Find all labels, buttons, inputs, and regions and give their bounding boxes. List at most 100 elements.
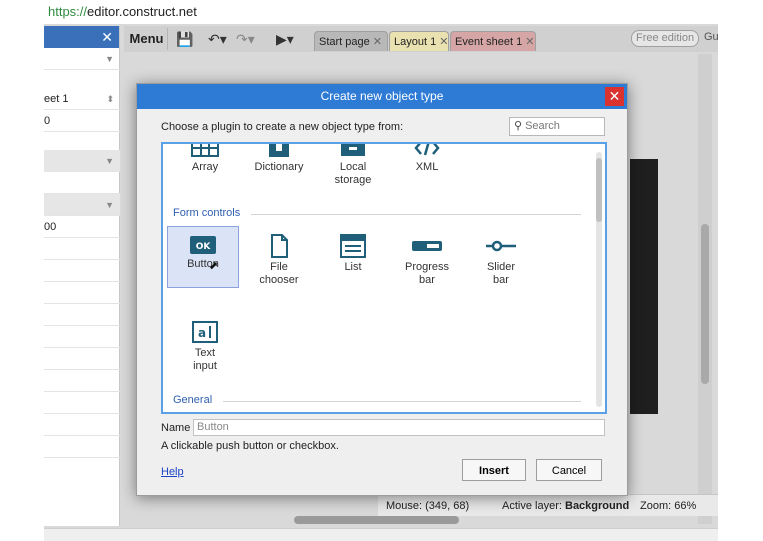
list-icon <box>340 234 366 258</box>
vertical-scrollbar[interactable] <box>698 54 712 524</box>
plugin-button[interactable]: OK Button ⬈ <box>167 226 239 288</box>
name-label: Name <box>161 422 191 434</box>
svg-text:a: a <box>198 326 206 340</box>
browser-url-bar[interactable]: https://editor.construct.net <box>0 0 763 24</box>
plugin-list-item[interactable]: List <box>317 234 389 296</box>
plugin-description: A clickable push button or checkbox. <box>161 440 339 452</box>
xml-icon <box>414 144 440 156</box>
section-divider <box>223 401 581 402</box>
plugin-dictionary[interactable]: Dictionary <box>243 144 315 200</box>
property-row[interactable] <box>44 436 120 458</box>
property-row[interactable] <box>44 392 120 414</box>
dictionary-icon <box>269 144 289 157</box>
play-icon[interactable]: ▶▾ <box>276 29 294 49</box>
cancel-button[interactable]: Cancel <box>536 459 602 481</box>
help-link[interactable]: Help <box>161 466 184 478</box>
property-group-row[interactable]: ▼ <box>44 150 120 172</box>
property-row[interactable]: ▼ <box>44 48 120 70</box>
property-row[interactable] <box>44 370 120 392</box>
horizontal-scrollbar[interactable] <box>294 516 459 524</box>
undo-icon[interactable]: ↶▾ <box>208 29 227 49</box>
plugin-local-storage[interactable]: Local storage <box>317 144 389 200</box>
plugin-label: Text input <box>193 347 217 372</box>
property-group-row[interactable]: ▼ <box>44 194 120 216</box>
plugin-label: List <box>344 261 362 273</box>
main-toolbar: Menu 💾 ↶▾ ↷▾ ▶▾ Start page ✕ Layout 1 ✕ Ev… <box>124 26 718 52</box>
name-input[interactable]: Button <box>193 419 605 436</box>
chevron-down-icon[interactable]: ▼ <box>105 48 114 70</box>
search-placeholder: Search <box>525 120 560 132</box>
stepper-icon[interactable]: ⬍ <box>106 88 114 110</box>
active-layer-value: Background <box>565 500 630 512</box>
scrollbar-thumb[interactable] <box>596 158 602 222</box>
plugin-label: Progress bar <box>404 261 450 286</box>
plugin-list-scrollbar[interactable] <box>596 152 602 407</box>
tab-label: Start page <box>319 36 370 48</box>
plugin-text-input[interactable]: a Text input <box>169 320 241 382</box>
property-row[interactable] <box>44 282 120 304</box>
property-row[interactable]: 0 <box>44 110 120 132</box>
plugin-file-chooser[interactable]: File chooser <box>243 234 315 296</box>
insert-button[interactable]: Insert <box>462 459 526 481</box>
section-divider <box>251 214 581 215</box>
slider-bar-icon <box>486 240 516 252</box>
layout-canvas[interactable] <box>630 159 658 414</box>
chevron-down-icon[interactable]: ▼ <box>105 194 114 216</box>
local-storage-icon <box>341 144 365 156</box>
section-form-controls: Form controls <box>173 207 581 219</box>
status-bar: Mouse: (349, 68) Active layer: Backgroun… <box>378 494 718 516</box>
property-row[interactable] <box>44 172 120 194</box>
plugin-label: Dictionary <box>254 161 304 173</box>
property-row[interactable] <box>44 414 120 436</box>
property-row[interactable] <box>44 260 120 282</box>
close-icon[interactable]: ✕ <box>101 29 113 46</box>
tab-start-page[interactable]: Start page ✕ <box>314 31 388 51</box>
property-row[interactable]: eet 1 ⬍ <box>44 88 120 110</box>
close-icon[interactable]: ✕ <box>605 87 624 106</box>
chevron-down-icon[interactable]: ▼ <box>105 150 114 172</box>
plugin-array[interactable]: Array <box>169 144 241 200</box>
button-icon: OK <box>190 236 216 254</box>
property-row[interactable] <box>44 348 120 370</box>
create-object-dialog: Create new object type ✕ Choose a plugin… <box>136 83 628 496</box>
free-edition-badge[interactable]: Free edition <box>631 30 700 47</box>
plugin-progress-bar[interactable]: Progress bar <box>391 234 463 296</box>
close-icon[interactable]: ✕ <box>525 36 534 48</box>
close-icon[interactable]: ✕ <box>373 36 382 48</box>
menu-button[interactable]: Menu <box>126 28 168 50</box>
svg-text:OK: OK <box>196 242 212 252</box>
plugin-label: Button <box>187 258 219 270</box>
scrollbar-thumb[interactable] <box>701 224 709 384</box>
property-row[interactable] <box>44 304 120 326</box>
property-value: 00 <box>44 221 57 233</box>
plugin-list[interactable]: Array Dictionary Local storage XML Form … <box>161 142 607 414</box>
property-row[interactable] <box>44 238 120 260</box>
app-footer <box>44 528 718 541</box>
tab-layout-1[interactable]: Layout 1 ✕ <box>389 31 449 51</box>
mouse-cursor-icon: ⬈ <box>209 260 219 272</box>
plugin-slider-bar[interactable]: Slider bar <box>465 234 537 296</box>
dialog-title: Create new object type <box>137 84 627 109</box>
search-input[interactable]: ⚲ Search <box>509 117 605 136</box>
property-value: eet 1 <box>44 93 69 105</box>
plugin-label: Array <box>191 161 219 173</box>
property-row[interactable] <box>44 326 120 348</box>
plugin-label: File chooser <box>259 261 299 286</box>
guest-label[interactable]: Guest <box>704 31 718 43</box>
url-text[interactable]: https://editor.construct.net <box>48 4 197 19</box>
section-label: General <box>173 394 213 406</box>
text-input-icon: a <box>192 321 218 343</box>
properties-panel-header: ✕ <box>44 26 119 48</box>
section-general: General <box>173 394 581 406</box>
close-icon[interactable]: ✕ <box>439 36 448 48</box>
plugin-xml[interactable]: XML <box>391 144 463 200</box>
url-scheme: https:// <box>48 4 88 19</box>
tab-event-sheet-1[interactable]: Event sheet 1 ✕ <box>450 31 536 51</box>
active-layer-label: Active layer: <box>502 500 562 512</box>
save-icon[interactable]: 💾 <box>176 29 193 49</box>
section-label: Form controls <box>173 207 241 219</box>
redo-icon[interactable]: ↷▾ <box>236 29 255 49</box>
property-row[interactable]: 00 <box>44 216 120 238</box>
mouse-position: Mouse: (349, 68) <box>386 500 470 512</box>
properties-panel: ✕ ▼ eet 1 ⬍ 0 ▼ ▼ 00 <box>44 26 120 526</box>
